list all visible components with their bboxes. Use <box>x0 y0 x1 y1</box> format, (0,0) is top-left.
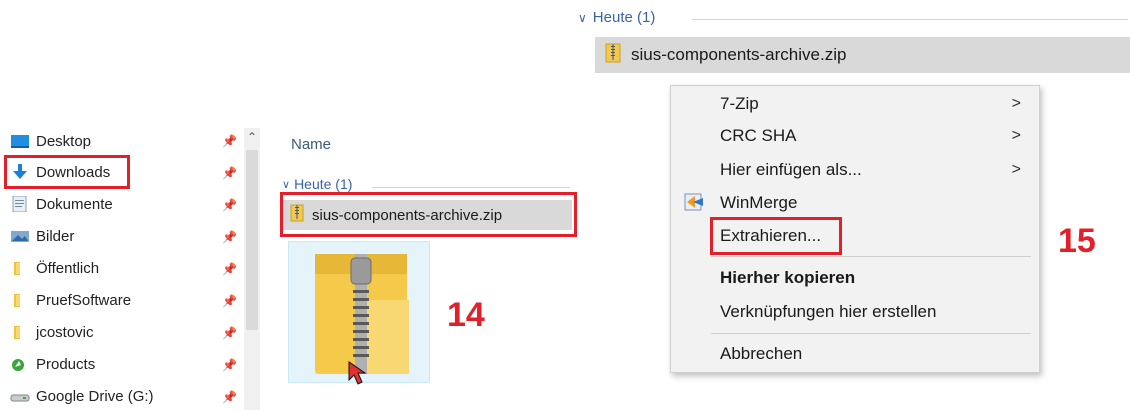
nav-item-label: Products <box>36 355 96 373</box>
pin-icon[interactable]: 📌 <box>222 134 237 148</box>
menu-item-crc-sha[interactable]: CRC SHA > <box>671 120 1039 152</box>
zip-folder-icon <box>605 43 621 68</box>
nav-item-label: jcostovic <box>36 323 94 341</box>
scroll-up-icon[interactable]: ⌃ <box>244 128 260 146</box>
column-header-name[interactable]: Name <box>291 136 331 153</box>
pin-icon[interactable]: 📌 <box>222 230 237 244</box>
menu-item-abbrechen[interactable]: Abbrechen <box>671 338 1039 370</box>
menu-item-hier-einfuegen-als[interactable]: Hier einfügen als... > <box>671 154 1039 186</box>
nav-item-label: PruefSoftware <box>36 291 132 309</box>
nav-item-desktop[interactable]: Desktop <box>10 129 91 153</box>
step-number-14: 14 <box>447 296 485 334</box>
step-number-15: 15 <box>1058 222 1096 260</box>
nav-item-label: Desktop <box>36 132 92 150</box>
extrahieren-highlight-box <box>710 217 842 255</box>
menu-item-label: Abbrechen <box>720 344 803 363</box>
pin-icon[interactable]: 📌 <box>222 166 237 180</box>
file-highlight-box <box>280 192 577 237</box>
nav-item-label: Öffentlich <box>36 259 100 277</box>
pin-icon[interactable]: 📌 <box>222 294 237 308</box>
pictures-icon <box>10 228 30 244</box>
menu-item-winmerge[interactable]: WinMerge <box>671 187 1039 219</box>
downloads-highlight-box <box>4 155 130 189</box>
pin-icon[interactable]: 📌 <box>222 390 237 404</box>
menu-item-7zip[interactable]: 7-Zip > <box>671 88 1039 120</box>
menu-item-label: CRC SHA <box>720 126 797 145</box>
menu-item-hierher-kopieren[interactable]: Hierher kopieren <box>671 262 1039 294</box>
nav-item-google-drive[interactable]: Google Drive (G:) <box>10 384 154 408</box>
chevron-right-icon: > <box>1011 161 1021 178</box>
nav-item-jcostovic[interactable]: jcostovic <box>10 320 94 344</box>
pin-icon[interactable]: 📌 <box>222 198 237 212</box>
pin-icon[interactable]: 📌 <box>222 262 237 276</box>
folder-icon <box>10 292 30 308</box>
nav-item-oeffentlich[interactable]: Öffentlich <box>10 256 99 280</box>
menu-item-label: Hier einfügen als... <box>720 160 862 179</box>
menu-item-label: 7-Zip <box>720 94 759 113</box>
products-icon <box>10 356 30 372</box>
group-divider <box>372 187 570 188</box>
menu-item-label: Hierher kopieren <box>720 268 856 287</box>
nav-item-label: Bilder <box>36 227 75 245</box>
winmerge-icon <box>683 192 707 219</box>
nav-item-pruefsoftware[interactable]: PruefSoftware <box>10 288 131 312</box>
pin-icon[interactable]: 📌 <box>222 326 237 340</box>
menu-item-verknuepfungen-erstellen[interactable]: Verknüpfungen hier erstellen <box>671 296 1039 328</box>
group-header-label: Heute (1) <box>294 176 353 192</box>
nav-item-dokumente[interactable]: Dokumente <box>10 192 113 216</box>
menu-separator <box>711 256 1031 257</box>
nav-item-products[interactable]: Products <box>10 352 95 376</box>
menu-separator <box>711 333 1031 334</box>
group-header-label: Heute (1) <box>592 9 656 26</box>
mouse-cursor-icon <box>348 361 367 385</box>
chevron-right-icon: > <box>1011 127 1021 144</box>
zip-thumbnail-tile[interactable] <box>288 241 430 385</box>
menu-item-label: Verknüpfungen hier erstellen <box>720 302 937 321</box>
file-name: sius-components-archive.zip <box>631 45 847 64</box>
nav-item-label: Google Drive (G:) <box>36 387 154 405</box>
folder-icon <box>10 260 30 276</box>
nav-item-label: Dokumente <box>36 195 113 213</box>
desktop-icon <box>10 133 30 149</box>
document-icon <box>10 195 30 213</box>
menu-item-label: WinMerge <box>720 193 798 212</box>
folder-icon <box>10 324 30 340</box>
file-row-zip-right[interactable]: sius-components-archive.zip <box>595 37 1130 73</box>
pin-icon[interactable]: 📌 <box>222 358 237 372</box>
group-header-today[interactable]: ∨ Heute (1) <box>282 176 352 192</box>
group-header-today-right[interactable]: ∨ Heute (1) <box>578 9 655 26</box>
chevron-right-icon: > <box>1011 95 1021 112</box>
nav-scrollbar-thumb[interactable] <box>246 150 258 330</box>
nav-item-bilder[interactable]: Bilder <box>10 224 74 248</box>
chevron-down-icon: ∨ <box>578 10 587 25</box>
group-divider <box>692 19 1128 20</box>
drive-icon <box>10 388 30 404</box>
chevron-down-icon: ∨ <box>282 178 291 191</box>
